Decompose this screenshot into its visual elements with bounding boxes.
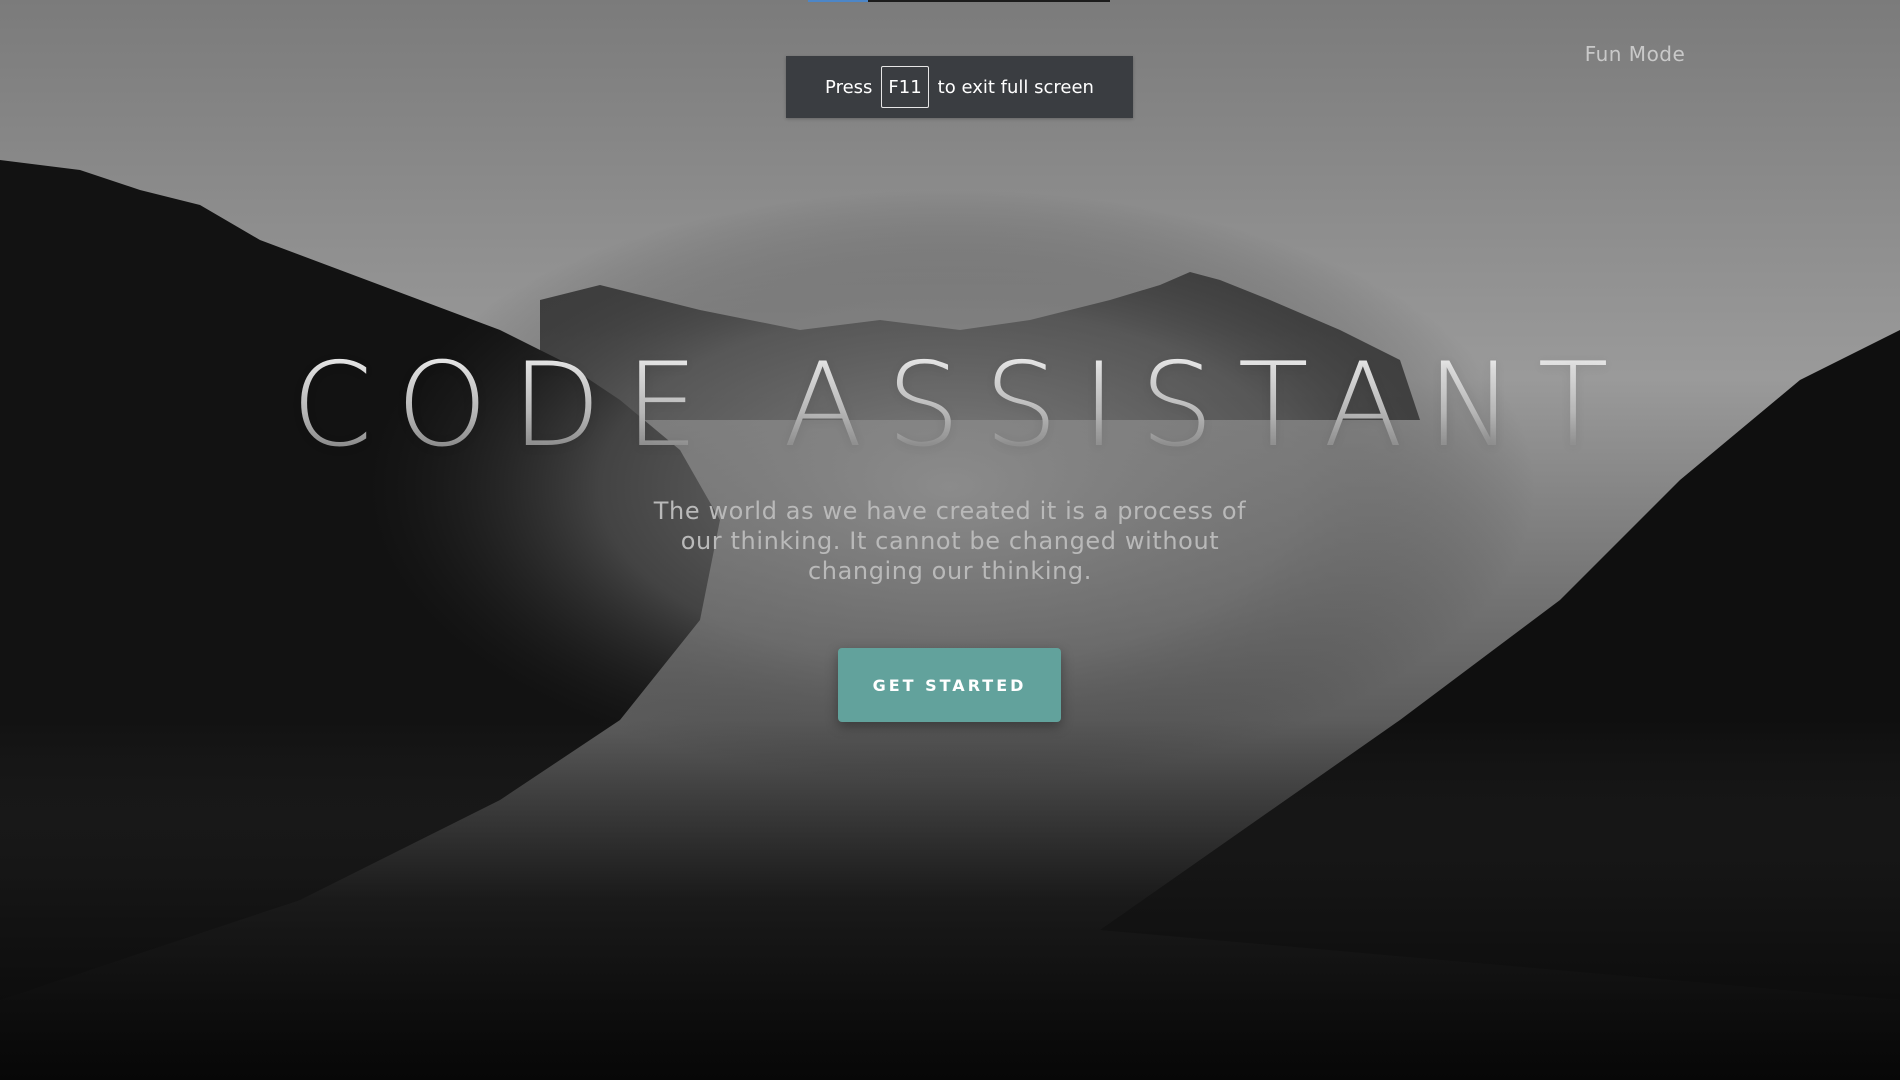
- f11-key-badge: F11: [881, 66, 929, 108]
- get-started-button[interactable]: GET STARTED: [838, 648, 1061, 722]
- notice-rest-text: to exit full screen: [937, 76, 1094, 98]
- fun-mode-link[interactable]: Fun Mode: [1560, 42, 1710, 66]
- loading-bar: [808, 0, 1110, 2]
- fullscreen-notice: Press F11 to exit full screen: [786, 56, 1133, 118]
- hero-quote: The world as we have created it is a pro…: [653, 497, 1247, 585]
- loading-bar-fill: [808, 0, 868, 2]
- notice-press-text: Press: [825, 76, 873, 98]
- hero-title: CODE ASSISTANT: [0, 348, 1900, 464]
